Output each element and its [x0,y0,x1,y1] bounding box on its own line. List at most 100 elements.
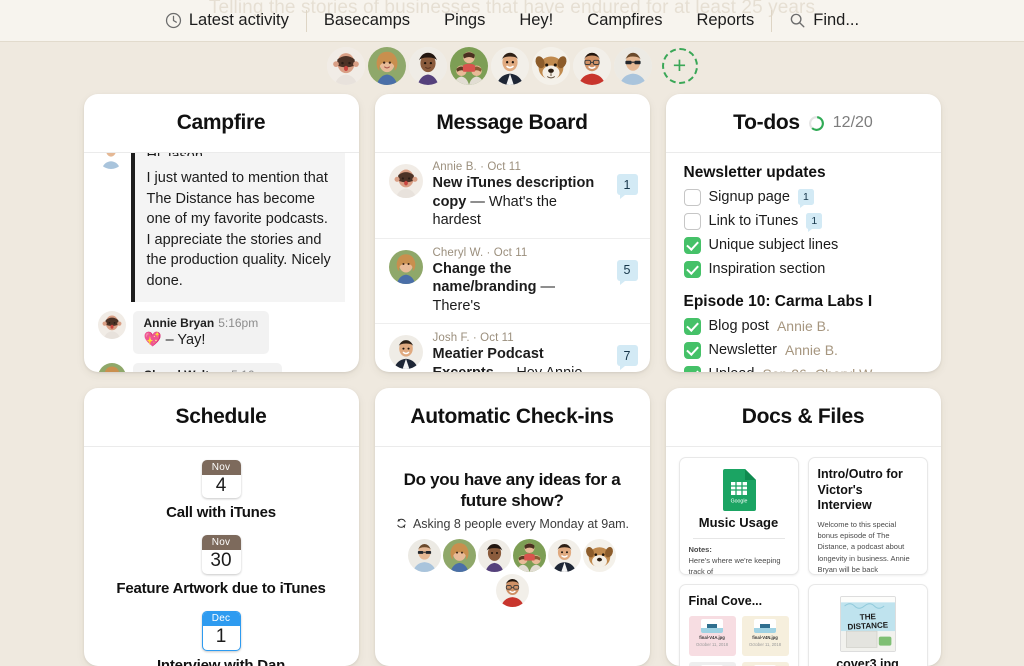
folder-thumbnail[interactable] [742,662,789,666]
refresh-icon [395,517,408,530]
docs-title: Docs & Files [742,405,864,429]
avatar-victor-c[interactable] [548,539,581,572]
folder-thumbnail[interactable]: final-V4A.jpg October 11, 2018 [689,616,736,656]
todo-checkbox-checked[interactable] [684,342,701,359]
campfire-message-time: 5:16pm [231,368,271,372]
checkin-participants-row [393,539,632,572]
avatar-jason-z[interactable] [408,539,441,572]
progress-ring-icon [808,115,825,132]
avatar-annie-bryan[interactable] [327,47,365,85]
todo-row[interactable]: Inspiration section [684,257,941,281]
doc-tile-image[interactable]: THE DISTANCE cover3.jpg October 11, 2018 [808,584,928,666]
card-docs-files[interactable]: Docs & Files Google Music Usage Notes: H… [666,388,941,666]
schedule-event[interactable]: Nov 30 Feature Artwork due to iTunes [84,535,359,596]
campfire-body[interactable]: Hi Jason, I just wanted to mention that … [84,153,359,372]
todo-checkbox[interactable] [684,189,701,206]
nav-item-campfires[interactable]: Campfires [570,11,679,30]
message-board-row[interactable]: Cheryl W. · Oct 11 Change the name/brand… [375,239,650,325]
doc-tile-notes: Notes: Here's where we're keeping track … [689,544,789,575]
todo-checkbox[interactable] [684,213,701,230]
card-automatic-checkins[interactable]: Automatic Check-ins Do you have any idea… [375,388,650,666]
doc-tile-document[interactable]: Intro/Outro for Victor's Interview Welco… [808,457,928,575]
checkin-schedule: Asking 8 people every Monday at 9am. [393,517,632,531]
dashboard-grid: Campfire Hi Jason, I just wanted to ment… [0,86,1024,666]
todo-label: Link to iTunes [709,213,799,229]
message-board-subject-line: New iTunes description copy — What's the… [433,174,607,230]
avatar-cheryl-walters[interactable] [443,539,476,572]
avatar-cheryl-walters[interactable] [368,47,406,85]
avatar-bulldog[interactable] [532,47,570,85]
avatar-bulldog[interactable] [583,539,616,572]
todo-checkbox-checked[interactable] [684,366,701,373]
docs-body[interactable]: Google Music Usage Notes: Here's where w… [666,447,941,666]
doc-tile-folder[interactable]: Final Cove... final-V4A.jpg October 11, … [679,584,799,666]
todo-row[interactable]: Upload Sep 26 Cheryl W. [684,362,941,372]
message-date: Oct 11 [480,332,514,344]
folder-thumbnail[interactable] [689,662,736,666]
add-person-button[interactable]: + [662,48,698,84]
schedule-event[interactable]: Dec 1 Interview with Dan [84,611,359,666]
card-schedule[interactable]: Schedule Nov 4 Call with iTunes Nov 30 F… [84,388,359,666]
todo-checkbox-checked[interactable] [684,318,701,335]
campfire-message-meta: Cheryl Walters5:16pm [144,368,272,372]
todo-row[interactable]: Link to iTunes 1 [684,209,941,233]
clock-icon [165,12,182,29]
todo-row[interactable]: Unique subject lines [684,233,941,257]
message-board-byline: Annie B. · Oct 11 [433,161,607,173]
cover-art-image: THE DISTANCE [840,596,896,652]
docs-header: Docs & Files [666,388,941,447]
campfire-quote-block: Hi Jason, I just wanted to mention that … [131,153,345,302]
todo-label: Blog post [709,318,769,334]
message-board-row-main: Josh F. · Oct 11 Meatier Podcast Excerpt… [433,332,607,372]
nav-item-basecamps[interactable]: Basecamps [307,11,427,30]
todo-row[interactable]: Newsletter Annie B. [684,338,941,362]
people-avatar-row: + [0,42,1024,86]
campfire-message-time: 5:16pm [218,316,258,330]
todo-row[interactable]: Blog post Annie B. [684,314,941,338]
nav-item-pings[interactable]: Pings [427,11,502,30]
doc-notes-text: Here's where we're keeping track of [689,556,781,575]
todos-body[interactable]: Newsletter updates Signup page 1 Link to… [666,153,941,372]
avatar-dan-m[interactable] [496,574,529,607]
avatar-josh-f[interactable] [409,47,447,85]
folder-thumbnail[interactable]: final-V4N.jpg October 11, 2018 [742,616,789,656]
schedule-body[interactable]: Nov 4 Call with iTunes Nov 30 Feature Ar… [84,447,359,666]
avatar-annie-bryan [98,311,126,339]
avatar-dan-m[interactable] [573,47,611,85]
todo-comment-badge: 1 [798,189,814,205]
todo-assignee: Annie B. [785,342,838,358]
doc-tile-spreadsheet[interactable]: Google Music Usage Notes: Here's where w… [679,457,799,575]
nav-item-hey[interactable]: Hey! [502,11,570,30]
todo-row[interactable]: Signup page 1 [684,185,941,209]
checkin-schedule-text: Asking 8 people every Monday at 9am. [413,517,629,531]
card-campfire[interactable]: Campfire Hi Jason, I just wanted to ment… [84,94,359,372]
avatar-victor-c[interactable] [491,47,529,85]
card-message-board[interactable]: Message Board Annie B. · Oct 11 New iTun… [375,94,650,372]
todo-checkbox-checked[interactable] [684,237,701,254]
avatar-jason-z[interactable] [614,47,652,85]
doc-tile-excerpt: Welcome to this special bonus episode of… [818,519,918,576]
message-board-body[interactable]: Annie B. · Oct 11 New iTunes description… [375,153,650,372]
nav-item-latest-activity[interactable]: Latest activity [148,11,306,30]
nav-item-reports[interactable]: Reports [679,11,771,30]
checkins-body[interactable]: Do you have any ideas for a future show?… [375,447,650,666]
message-board-row-main: Annie B. · Oct 11 New iTunes description… [433,161,607,230]
avatar-annie-bryan [389,164,423,198]
calendar-month: Dec [203,612,240,627]
avatar-cheryl-walters [389,250,423,284]
todo-checkbox-checked[interactable] [684,261,701,278]
message-board-row[interactable]: Annie B. · Oct 11 New iTunes description… [375,153,650,239]
nav-item-find[interactable]: Find... [772,11,876,30]
message-board-row[interactable]: Josh F. · Oct 11 Meatier Podcast Excerpt… [375,324,650,372]
card-todos[interactable]: To-dos 12/20 Newsletter updates Signup p… [666,94,941,372]
schedule-event[interactable]: Nov 4 Call with iTunes [84,460,359,521]
avatar-jennifer-y[interactable] [450,47,488,85]
checkins-header: Automatic Check-ins [375,388,650,447]
avatar-josh-f[interactable] [478,539,511,572]
schedule-event-label: Feature Artwork due to iTunes [84,580,359,597]
schedule-title: Schedule [176,405,267,429]
message-author: Josh F. [433,332,470,344]
nav-label-basecamps: Basecamps [324,11,410,30]
avatar-jason-z [98,153,124,169]
avatar-jennifer-y[interactable] [513,539,546,572]
